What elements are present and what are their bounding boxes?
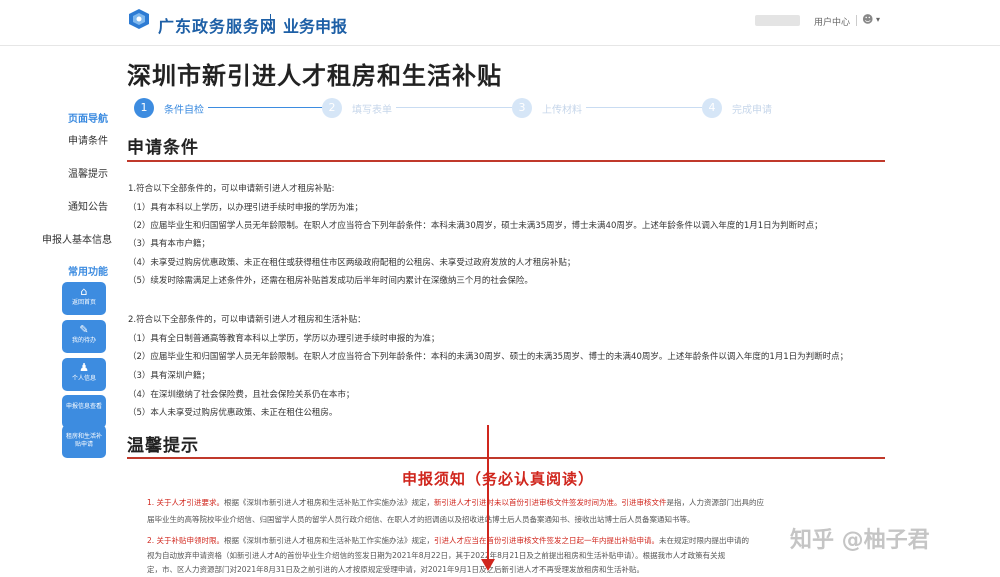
user-center-link[interactable]: 用户中心 — [814, 15, 850, 28]
condition-text: （3）具有本市户籍； — [128, 239, 210, 249]
notice-line-text: 未在规定时限内提出申请的 — [659, 536, 750, 545]
brand-divider — [270, 14, 271, 30]
section-title-tips: 温馨提示 — [127, 436, 199, 456]
notice-line-text: 根据《深圳市新引进人才租房和生活补贴工作实施办法》规定， — [224, 498, 435, 507]
section-divider — [127, 457, 885, 459]
home-icon: ⌂ — [80, 285, 88, 298]
nav-title: 页面导航 — [68, 114, 108, 125]
home-button[interactable]: ⌂ 返回首页 — [62, 282, 106, 315]
sidebar-item-applicant-info[interactable]: 申报人基本信息 — [42, 231, 112, 246]
condition-text: 1.符合以下全部条件的，可以申请新引进人才租房补贴: — [128, 184, 335, 194]
notice-line: 届毕业生的高等院校毕业介绍信、归国留学人员的留学人员行政介绍信、在职人才的招调函… — [147, 514, 695, 525]
functions-title: 常用功能 — [68, 267, 108, 278]
step-number: 4 — [702, 98, 722, 118]
my-todo-button-label: 我的待办 — [71, 337, 96, 344]
username-redacted — [755, 15, 800, 26]
step-3: 3 上传材料 — [512, 98, 592, 118]
notice-line: 1. 关于人才引进要求。根据《深圳市新引进人才租房和生活补贴工作实施办法》规定，… — [147, 497, 764, 508]
step-number: 2 — [322, 98, 342, 118]
personal-info-button-label: 个人信息 — [71, 375, 96, 382]
subsidy-apply-button-label: 租房和生活补贴申请 — [65, 433, 102, 448]
condition-text: （1）具有全日制普通高等教育本科以上学历，学历以办理引进手续时申报的为准； — [128, 334, 440, 344]
person-icon: ♟ — [79, 361, 89, 374]
notice-line-text: 视为自动放弃申请资格（如新引进人才A的首份毕业生介绍信的签发日期为2021年8月… — [147, 551, 726, 560]
step-1: 1 条件自检 — [134, 98, 214, 118]
brand-subtitle: 业务申报 — [283, 17, 348, 36]
step-label: 上传材料 — [542, 101, 586, 116]
brand-name[interactable]: 广东政务服务网 — [158, 13, 277, 37]
sidebar-item-notices[interactable]: 通知公告 — [68, 198, 108, 213]
section-title-conditions: 申请条件 — [127, 138, 199, 158]
step-label: 条件自检 — [164, 101, 208, 116]
condition-text: 2.符合以下全部条件的，可以申请新引进人才租房和生活补贴： — [128, 315, 366, 325]
annotation-arrow-head — [481, 559, 495, 571]
step-number: 1 — [134, 98, 154, 118]
notice-line-text: 是指，人力资源部门出具的应 — [666, 498, 765, 507]
home-button-label: 返回首页 — [71, 299, 96, 306]
step-label: 填写表单 — [352, 101, 396, 116]
notice-line-emphasis: 1. 关于人才引进要求。 — [147, 498, 225, 507]
my-todo-button[interactable]: ✎ 我的待办 — [62, 320, 106, 353]
personal-info-button[interactable]: ♟ 个人信息 — [62, 358, 106, 391]
condition-text: （4）在深圳缴纳了社会保险费，且社会保险关系仍在本市； — [128, 390, 355, 400]
page-title: 深圳市新引进人才租房和生活补贴 — [127, 62, 502, 90]
condition-text: （5）本人未享受过购房优惠政策、未正在租住公租房。 — [128, 408, 338, 418]
view-application-button[interactable]: 申报信息查看 — [62, 395, 106, 428]
notice-line-text: 根据《深圳市新引进人才租房和生活补贴工作实施办法》规定， — [224, 536, 435, 545]
condition-text: （5）续发时除需满足上述条件外，还需在租房补贴首发成功后半年时间内累计在深缴纳三… — [128, 276, 533, 286]
step-4: 4 完成申请 — [702, 98, 782, 118]
header-divider — [856, 15, 857, 26]
condition-text: （2）应届毕业生和归国留学人员无年龄限制。在职人才应当符合下列年龄条件：本科未满… — [128, 221, 823, 231]
notice-line-text: 定，市、区人力资源部门对2021年8月31日及之前引进的人才按原规定受理申请，对… — [147, 565, 645, 574]
notice-line: 2. 关于补贴申领时限。根据《深圳市新引进人才租房和生活补贴工作实施办法》规定，… — [147, 535, 749, 546]
sidebar-item-tips[interactable]: 温馨提示 — [68, 165, 108, 180]
notice-line-emphasis: 引进人才应当在首份引进审核文件签发之日起一年内提出补贴申请。 — [434, 536, 660, 545]
logo-icon — [129, 9, 149, 29]
chevron-down-icon[interactable]: ▾ — [876, 15, 880, 24]
notice-title: 申报须知（务必认真阅读） — [402, 470, 595, 488]
notice-line-text: 届毕业生的高等院校毕业介绍信、归国留学人员的留学人员行政介绍信、在职人才的招调函… — [147, 515, 695, 524]
step-number: 3 — [512, 98, 532, 118]
section-divider — [127, 160, 885, 162]
condition-text: （3）具有深圳户籍； — [128, 371, 210, 381]
step-2: 2 填写表单 — [322, 98, 402, 118]
view-application-button-label: 申报信息查看 — [65, 403, 102, 410]
top-header: 广东政务服务网 业务申报 用户中心 ☻ ▾ — [0, 0, 1000, 46]
annotation-arrow-line — [487, 425, 489, 565]
notice-line-emphasis: 新引进人才引进时未以首份引进审核文件签发时间为准。引进审核文件 — [434, 498, 667, 507]
condition-text: （2）应届毕业生和归国留学人员无年龄限制。在职人才应当符合下列年龄条件：本科的未… — [128, 352, 849, 362]
condition-text: （1）具有本科以上学历，以办理引进手续时申报的学历为准； — [128, 203, 363, 213]
condition-text: （4）未享受过购房优惠政策、未正在租住或获得租住市区两级政府配租的公租房、未享受… — [128, 258, 576, 268]
subsidy-apply-button[interactable]: 租房和生活补贴申请 — [62, 425, 106, 458]
notice-line: 定，市、区人力资源部门对2021年8月31日及之前引进的人才按原规定受理申请，对… — [147, 564, 644, 575]
notice-line-emphasis: 2. 关于补贴申领时限。 — [147, 536, 225, 545]
sidebar-item-conditions[interactable]: 申请条件 — [68, 132, 108, 147]
user-icon[interactable]: ☻ — [862, 13, 873, 26]
edit-icon: ✎ — [79, 323, 89, 336]
watermark: 知乎 @柚子君 — [790, 528, 930, 553]
step-label: 完成申请 — [732, 101, 776, 116]
notice-line: 视为自动放弃申请资格（如新引进人才A的首份毕业生介绍信的签发日期为2021年8月… — [147, 550, 725, 561]
